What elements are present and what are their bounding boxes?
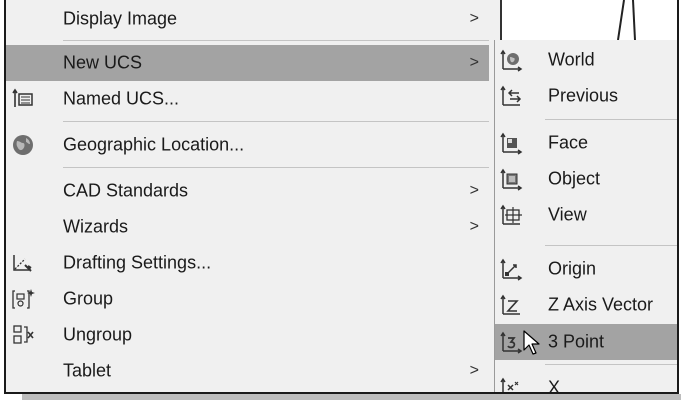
menu-item-drafting-settings[interactable]: Drafting Settings... (6, 245, 489, 281)
ucs-previous-icon (499, 84, 523, 108)
submenu-item-label: World (548, 49, 595, 70)
menu-item-label: CAD Standards (63, 180, 189, 201)
globe-icon (11, 133, 35, 157)
menu-item-group[interactable]: Group (6, 281, 489, 317)
mouse-pointer-icon (523, 330, 540, 355)
tools-menu: Display Image > New UCS > Named UCS... G… (6, 0, 489, 392)
menu-item-label: Geographic Location... (63, 134, 245, 155)
separator (63, 121, 489, 122)
submenu-item-label: Face (548, 132, 589, 153)
menu-item-label: Drafting Settings... (63, 252, 212, 273)
submenu-arrow-icon: > (469, 218, 479, 235)
menu-item-label: Display Image (63, 8, 178, 29)
submenu-item-view[interactable]: View (495, 197, 677, 233)
separator (63, 167, 489, 168)
submenu-item-label: Z Axis Vector (548, 294, 654, 315)
new-ucs-submenu: World Previous Face Object View Origin Z… (494, 40, 677, 394)
submenu-item-object[interactable]: Object (495, 161, 677, 197)
menu-item-tablet[interactable]: Tablet > (6, 353, 489, 389)
separator (545, 364, 677, 365)
separator (545, 245, 677, 246)
menu-item-ungroup[interactable]: Ungroup (6, 317, 489, 353)
menu-item-label: Tablet (63, 360, 112, 381)
canvas-lines (617, 0, 636, 40)
submenu-arrow-icon: > (469, 54, 479, 71)
submenu-item-label: Object (548, 168, 601, 189)
submenu-item-x[interactable]: X (495, 370, 677, 394)
group-icon (11, 287, 35, 311)
menu-item-cad-standards[interactable]: CAD Standards > (6, 173, 489, 209)
menu-item-label: Named UCS... (63, 88, 180, 109)
ucs-x-icon (499, 376, 523, 392)
ucs-origin-icon (499, 257, 523, 281)
submenu-arrow-icon: > (469, 182, 479, 199)
ucs-face-icon (499, 131, 523, 155)
submenu-item-face[interactable]: Face (495, 125, 677, 161)
menu-shadow (22, 394, 681, 400)
ucs-object-icon (499, 167, 523, 191)
ucs-view-icon (499, 203, 523, 227)
ucs-3point-icon (499, 330, 523, 354)
submenu-item-label: Origin (548, 258, 597, 279)
submenu-item-previous[interactable]: Previous (495, 78, 677, 114)
ucs-world-icon (499, 48, 523, 72)
submenu-item-z-axis-vector[interactable]: Z Axis Vector (495, 287, 677, 323)
menu-item-label: Wizards (63, 216, 129, 237)
menu-item-new-ucs[interactable]: New UCS > (6, 45, 489, 81)
menu-item-label: New UCS (63, 52, 143, 73)
submenu-item-label: 3 Point (548, 331, 605, 352)
ucs-list-icon (11, 87, 35, 111)
submenu-item-label: Previous (548, 85, 619, 106)
submenu-arrow-icon: > (469, 362, 479, 379)
separator (63, 40, 489, 41)
submenu-item-label: View (548, 204, 587, 225)
submenu-arrow-icon: > (469, 10, 479, 27)
menu-item-wizards[interactable]: Wizards > (6, 209, 489, 245)
menu-item-named-ucs[interactable]: Named UCS... (6, 81, 489, 117)
menu-item-label: Group (63, 288, 114, 309)
drafting-settings-icon (11, 251, 35, 275)
menu-item-geographic-location[interactable]: Geographic Location... (6, 127, 489, 163)
ucs-z-axis-icon (499, 293, 523, 317)
separator (545, 119, 677, 120)
drawing-canvas[interactable] (500, 0, 677, 40)
submenu-item-origin[interactable]: Origin (495, 251, 677, 287)
menu-item-display-image[interactable]: Display Image > (6, 1, 489, 37)
ungroup-icon (11, 323, 35, 347)
menu-item-label: Ungroup (63, 324, 133, 345)
context-menu-frame: Display Image > New UCS > Named UCS... G… (4, 0, 679, 394)
submenu-item-world[interactable]: World (495, 42, 677, 78)
submenu-item-label: X (548, 377, 561, 394)
